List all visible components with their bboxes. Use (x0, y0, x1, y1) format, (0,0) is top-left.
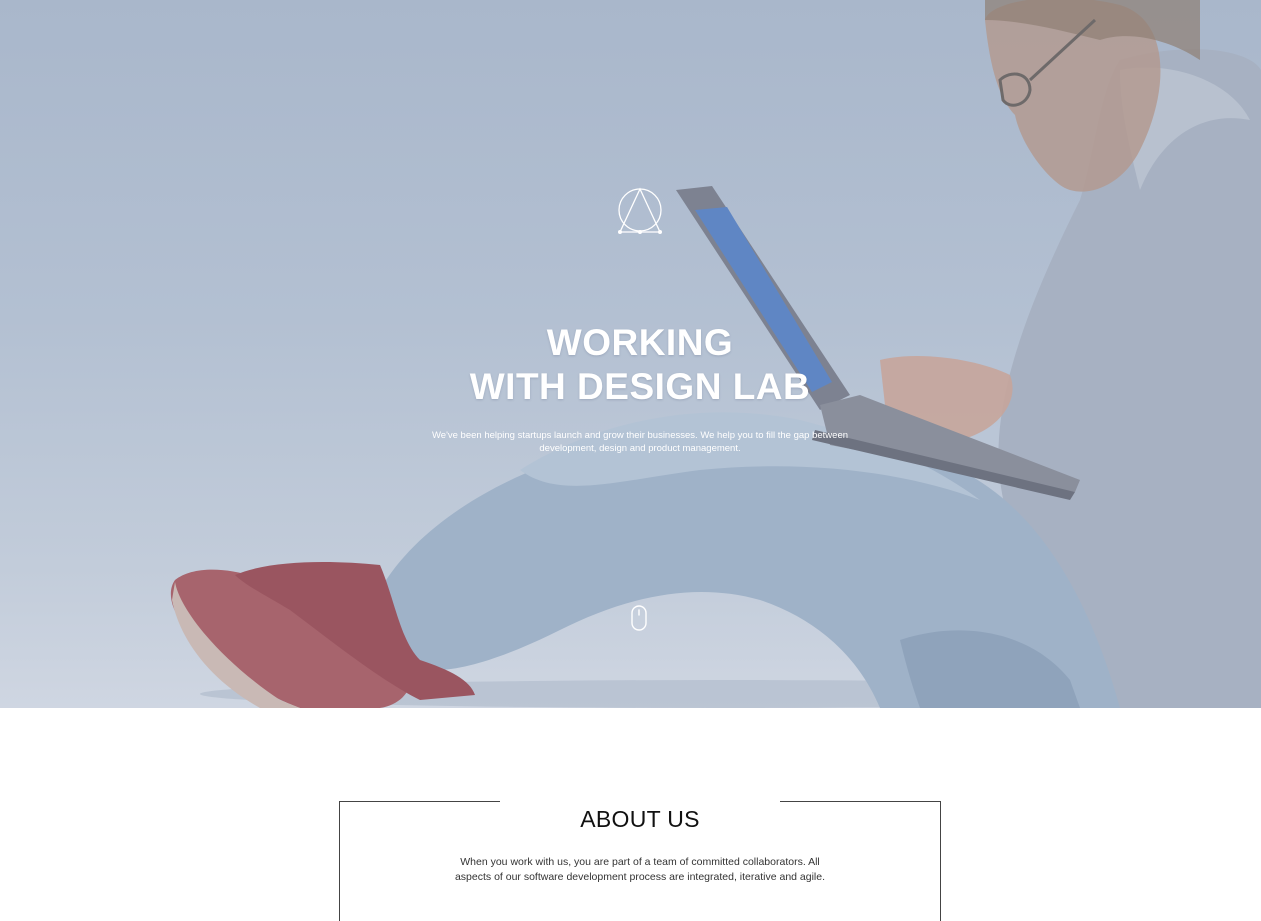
hero-title-line-1: WORKING (546, 321, 734, 363)
about-text: When you work with us, you are part of a… (454, 855, 826, 883)
hero-title-line-2: WITH DESIGN LAB (469, 365, 811, 407)
hero-section: WORKING WITH DESIGN LAB We've been helpi… (0, 0, 1261, 708)
about-frame-top-left-line (339, 801, 500, 802)
mouse-scroll-icon[interactable] (631, 605, 647, 631)
about-frame-top-right-line (780, 801, 940, 802)
triangle-circle-logo-icon (618, 187, 662, 234)
hero-description: We've been helping startups launch and g… (431, 429, 849, 454)
hero-title: WORKING WITH DESIGN LAB (380, 321, 900, 409)
about-title: ABOUT US (580, 806, 700, 833)
